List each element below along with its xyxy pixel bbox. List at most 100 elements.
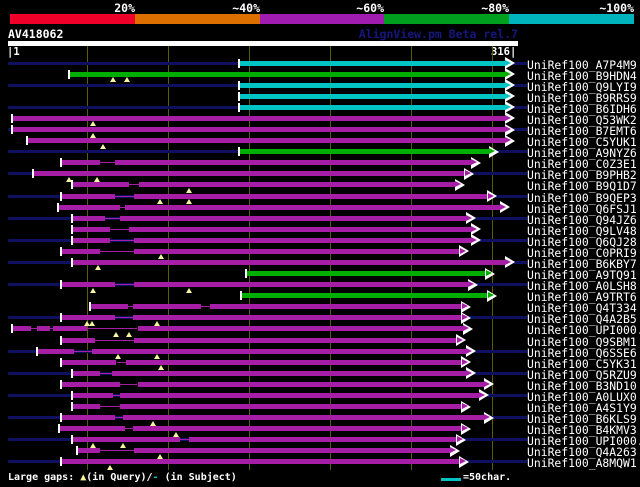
bar-start-tick xyxy=(68,69,70,79)
alignment-bar-segment[interactable] xyxy=(72,259,507,265)
alignment-bar-segment[interactable] xyxy=(134,248,462,254)
alignment-gap-line xyxy=(129,184,140,186)
alignment-bar-segment[interactable] xyxy=(27,138,507,144)
alignment-bar-segment[interactable] xyxy=(12,115,507,121)
alignment-bar-segment[interactable] xyxy=(239,93,507,99)
bar-start-tick xyxy=(35,346,38,356)
alignment-bar-segment[interactable] xyxy=(69,71,507,77)
bar-start-tick xyxy=(89,302,92,312)
alignment-bar-segment[interactable] xyxy=(61,337,96,343)
arrowhead-fill xyxy=(456,436,463,443)
alignment-bar-segment[interactable] xyxy=(239,149,491,155)
alignment-bar-segment[interactable] xyxy=(239,60,507,66)
alignment-bar-segment[interactable] xyxy=(137,326,465,332)
alignment-bar-segment[interactable] xyxy=(134,337,459,343)
alignment-bar-segment[interactable] xyxy=(134,193,489,199)
arrowhead-fill xyxy=(461,358,468,365)
alignment-bar-segment[interactable] xyxy=(189,437,459,443)
alignment-bar-segment[interactable] xyxy=(137,381,486,387)
alignment-bar-segment[interactable] xyxy=(114,160,473,166)
alignment-bar-segment[interactable] xyxy=(132,304,201,310)
alignment-bar-segment[interactable] xyxy=(61,359,117,365)
alignment-gap-line xyxy=(105,217,120,219)
alignment-gap-line xyxy=(114,417,123,419)
bar-start-tick xyxy=(11,324,14,334)
alignment-bar-segment[interactable] xyxy=(33,171,467,177)
alignment-gap-line xyxy=(124,428,133,430)
alignment-bar-segment[interactable] xyxy=(72,215,106,221)
arrowhead-fill xyxy=(461,314,468,321)
arrowhead-fill xyxy=(505,92,512,99)
alignment-bar-segment[interactable] xyxy=(92,348,468,354)
alignment-bar-segment[interactable] xyxy=(129,226,473,232)
alignment-bar-segment[interactable] xyxy=(72,237,110,243)
alignment-bar-segment[interactable] xyxy=(61,160,101,166)
arrowhead-fill xyxy=(466,347,473,354)
alignment-bar-segment[interactable] xyxy=(123,415,486,421)
alignment-bar-segment[interactable] xyxy=(61,415,115,421)
alignment-bar-segment[interactable] xyxy=(61,193,115,199)
alignment-bar-segment[interactable] xyxy=(72,182,130,188)
alignment-bar-segment[interactable] xyxy=(132,426,464,432)
arrowhead-fill xyxy=(471,225,478,232)
alignment-bar-segment[interactable] xyxy=(77,448,101,454)
alignment-bar-segment[interactable] xyxy=(53,326,88,332)
alignment-gap-line xyxy=(114,284,135,286)
alignment-bar-segment[interactable] xyxy=(134,448,452,454)
alignment-bar-segment[interactable] xyxy=(37,348,75,354)
alignment-gap-line xyxy=(179,439,190,441)
alignment-bar-segment[interactable] xyxy=(61,381,120,387)
alignment-bar-segment[interactable] xyxy=(72,226,110,232)
alignment-bar-segment[interactable] xyxy=(241,293,489,299)
bar-start-tick xyxy=(71,257,74,267)
alignment-bar-segment[interactable] xyxy=(111,370,468,376)
arrowhead-fill xyxy=(463,325,470,332)
alignment-bar-segment[interactable] xyxy=(59,426,125,432)
alignment-bar-segment[interactable] xyxy=(37,326,51,332)
arrowhead-fill xyxy=(487,292,494,299)
alignment-bar-segment[interactable] xyxy=(124,204,502,210)
alignment-bar-segment[interactable] xyxy=(210,304,464,310)
alignment-bar-segment[interactable] xyxy=(126,359,464,365)
bar-start-tick xyxy=(59,335,62,345)
alignment-bar-segment[interactable] xyxy=(12,326,31,332)
alignment-bar-segment[interactable] xyxy=(72,437,180,443)
alignment-bar-segment[interactable] xyxy=(58,204,120,210)
alignment-bar-segment[interactable] xyxy=(61,248,101,254)
bar-start-tick xyxy=(71,235,74,245)
alignment-bar-segment[interactable] xyxy=(246,271,488,276)
arrowhead-fill xyxy=(466,369,473,376)
alignment-bar-segment[interactable] xyxy=(119,404,463,409)
arrowhead-fill xyxy=(505,59,512,66)
alignment-bar-segment[interactable] xyxy=(90,304,128,310)
alignment-bar-segment[interactable] xyxy=(139,182,457,188)
alignment-bar-segment[interactable] xyxy=(61,459,462,465)
alignment-bar-segment[interactable] xyxy=(134,282,470,288)
arrowhead-fill xyxy=(456,336,463,343)
alignment-bar-segment[interactable] xyxy=(132,315,464,321)
bar-start-tick xyxy=(59,191,62,201)
legend-label-40: ~40% xyxy=(232,1,260,15)
arrowhead-fill xyxy=(484,380,491,387)
alignment-row: UniRef100_A8MQW1 xyxy=(0,455,640,470)
arrowhead-fill xyxy=(450,447,457,454)
arrowhead-fill xyxy=(459,458,466,465)
bar-start-tick xyxy=(59,379,62,389)
alignment-bar-segment[interactable] xyxy=(239,82,507,88)
hit-label[interactable]: UniRef100_A8MQW1 xyxy=(527,456,637,470)
alignment-bar-segment[interactable] xyxy=(72,404,101,409)
alignment-bar-segment[interactable] xyxy=(239,104,507,110)
bar-start-tick xyxy=(71,402,74,411)
alignment-bar-segment[interactable] xyxy=(61,315,115,321)
arrowhead-fill xyxy=(461,425,468,432)
alignment-bar-segment[interactable] xyxy=(119,392,481,398)
bar-start-tick xyxy=(32,169,35,179)
alignment-bar-segment[interactable] xyxy=(134,237,473,243)
alignment-bar-segment[interactable] xyxy=(72,392,114,398)
alignment-bar-segment[interactable] xyxy=(72,370,101,376)
arrowhead-fill xyxy=(464,170,471,177)
alignment-bar-segment[interactable] xyxy=(12,127,507,132)
alignment-bar-segment[interactable] xyxy=(61,282,115,288)
alignment-bar-segment[interactable] xyxy=(119,215,468,221)
alignment-gap-line xyxy=(100,372,112,374)
